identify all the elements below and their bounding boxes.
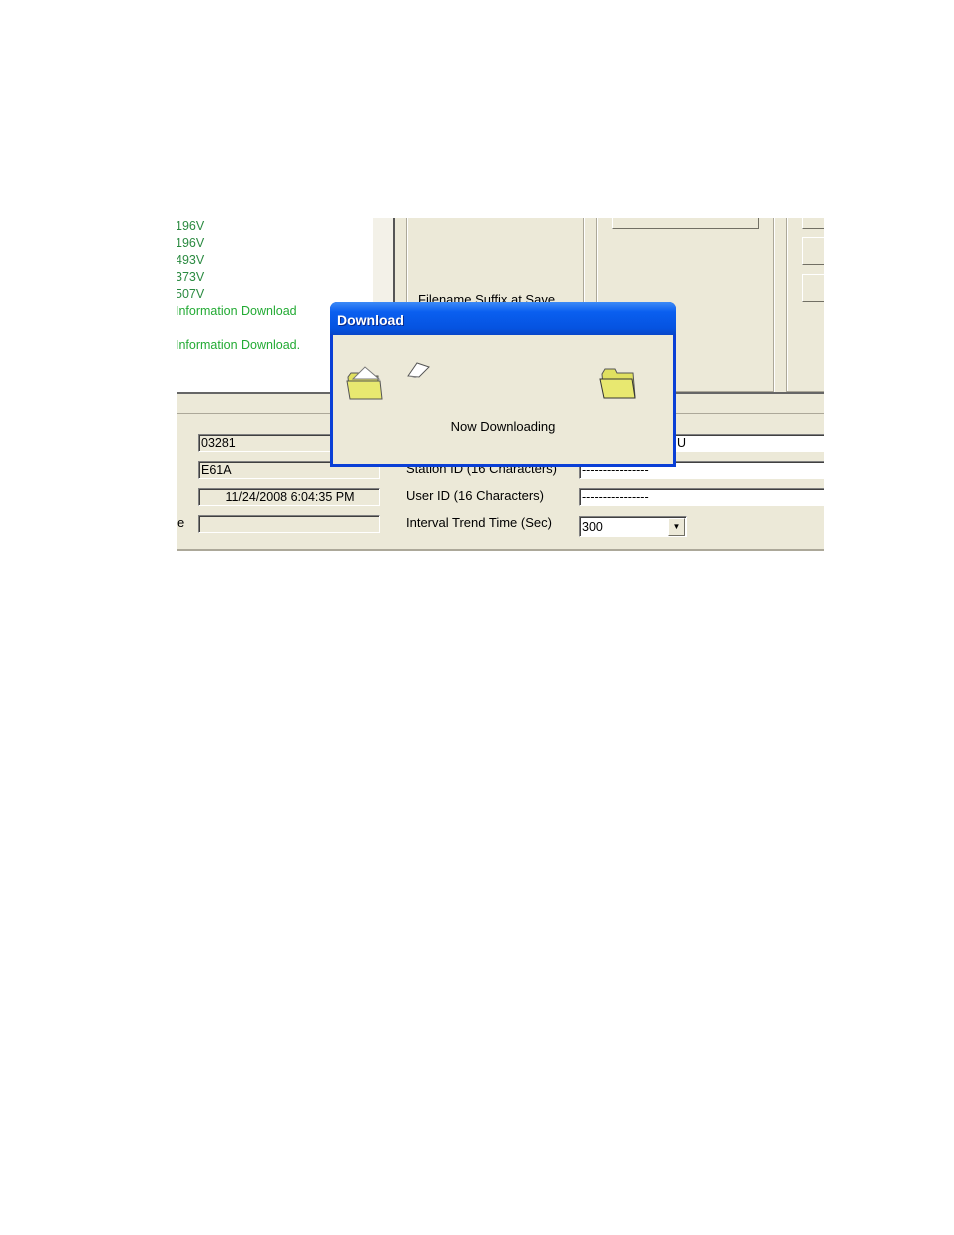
bottom-border — [177, 549, 824, 551]
field-label-fragment: e — [177, 515, 185, 530]
chevron-down-icon[interactable]: ▼ — [668, 518, 685, 536]
flying-document-icon — [407, 362, 430, 378]
user-id-label: User ID (16 Characters) — [406, 488, 544, 503]
side-button-3[interactable] — [802, 274, 824, 302]
log-line: 493V — [177, 253, 205, 267]
user-id-input[interactable]: ---------------- — [579, 488, 824, 506]
log-line: 196V — [177, 236, 205, 250]
side-button-1[interactable] — [802, 218, 824, 229]
empty-field — [198, 515, 380, 533]
interval-value: 300 — [582, 520, 603, 534]
dialog-title: Download — [337, 312, 404, 328]
side-button-2[interactable] — [802, 237, 824, 265]
interval-label: Interval Trend Time (Sec) — [406, 515, 552, 530]
datetime-field: 11/24/2008 6:04:35 PM — [198, 488, 380, 506]
interval-select[interactable]: 300 ▼ — [579, 516, 687, 537]
log-line: 196V — [177, 219, 205, 233]
dialog-message: Now Downloading — [450, 419, 556, 434]
destination-folder-icon — [599, 368, 636, 399]
source-folder-icon — [346, 366, 383, 400]
log-line: 373V — [177, 270, 205, 284]
download-dialog: Download Now Downloading — [330, 302, 676, 467]
calibration-button[interactable] — [612, 218, 759, 229]
dialog-body: Now Downloading — [333, 335, 673, 464]
dialog-title-bar[interactable]: Download — [330, 302, 676, 335]
log-line: 507V — [177, 287, 205, 301]
